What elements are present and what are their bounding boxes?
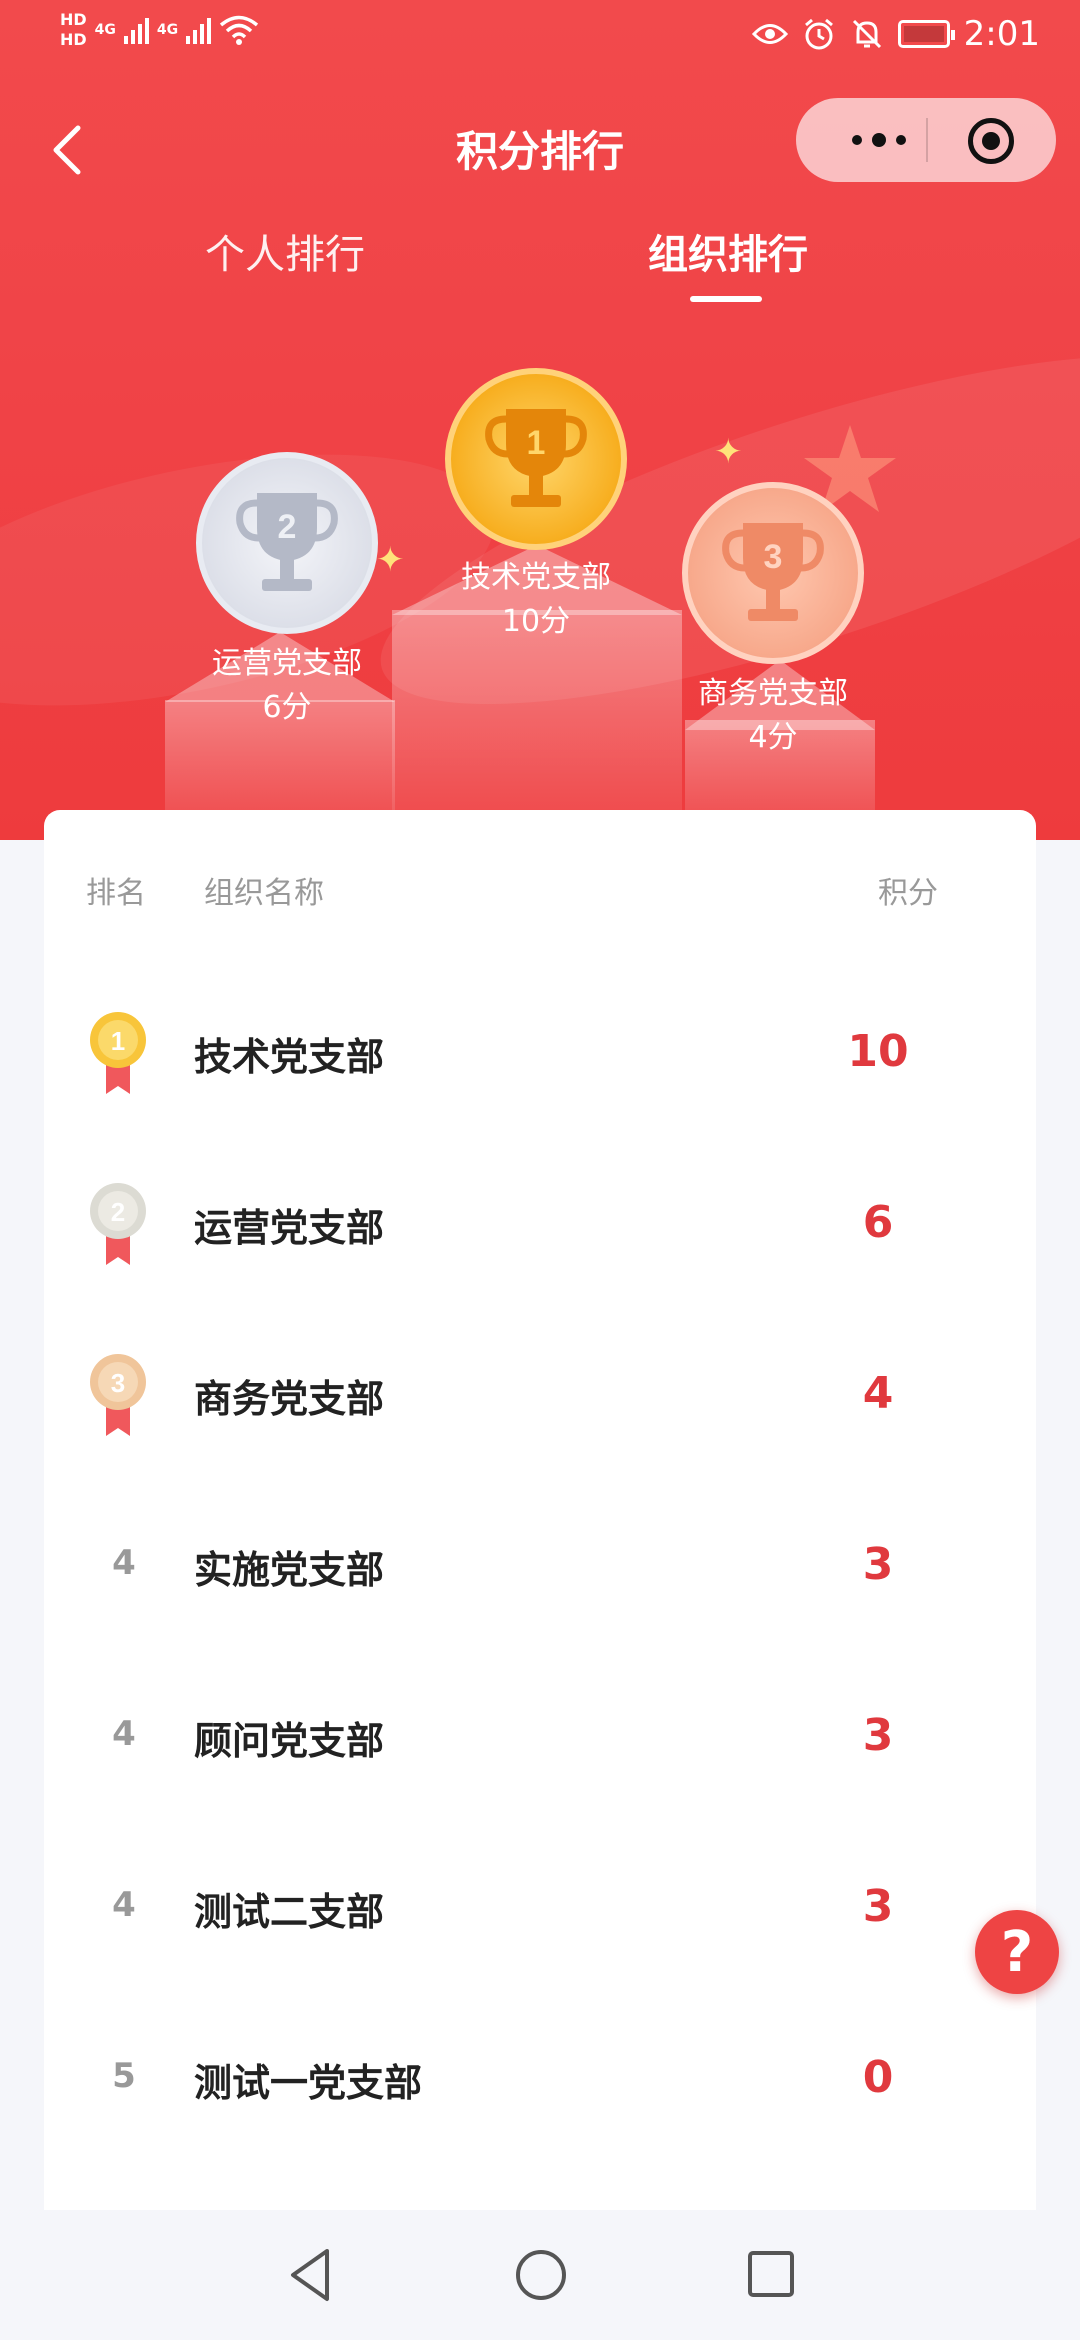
alarm-icon	[804, 18, 833, 50]
bronze-medal-icon: 3	[90, 1354, 146, 1436]
battery-icon	[897, 20, 955, 48]
org-name: 测试一党支部	[194, 2061, 423, 2105]
signal-icon	[186, 16, 212, 44]
ranking-list-card: 排名 组织名称 积分 1 技术党支部 10 2 运营党支部 6 3 商务党支部 …	[44, 810, 1036, 2210]
mini-program-capsule	[796, 98, 1056, 182]
wifi-icon	[220, 15, 259, 45]
status-bar: HD HD 4G 4G 2:01	[0, 0, 1080, 75]
table-row[interactable]: 4 测试二支部 3	[44, 1825, 1036, 1995]
third-place-trophy: 3	[682, 482, 864, 664]
trophy-icon: 2	[236, 493, 338, 591]
header-org-name: 组织名称	[204, 876, 324, 911]
eye-icon	[751, 24, 788, 44]
mute-bell-icon	[852, 19, 881, 49]
gold-medal-icon: 1	[90, 1012, 146, 1094]
org-score: 3	[862, 1710, 894, 1761]
podium-first-score: 10分	[501, 604, 571, 639]
table-row[interactable]: 1 技术党支部 10	[44, 970, 1036, 1140]
podium-second-name: 运营党支部	[212, 646, 362, 681]
org-score: 0	[862, 2052, 894, 2103]
first-place-number: 1	[527, 424, 546, 462]
back-triangle-icon[interactable]	[285, 2245, 335, 2305]
podium-third-info: 商务党支部 4分	[653, 672, 893, 760]
more-icon[interactable]	[834, 98, 924, 182]
tab-active-indicator	[690, 296, 762, 302]
hd-indicator: HD HD	[60, 10, 87, 49]
second-place-number: 2	[278, 508, 297, 546]
recents-square-icon[interactable]	[745, 2245, 797, 2305]
org-name: 技术党支部	[194, 1035, 385, 1079]
trophy-icon: 1	[485, 409, 587, 507]
rank-number: 4	[112, 1714, 136, 1754]
podium-second-score: 6分	[262, 690, 312, 725]
svg-text:1: 1	[111, 1026, 125, 1056]
second-place-trophy: 2	[196, 452, 378, 634]
nav-bar: 积分排行	[0, 90, 1080, 210]
podium-second-info: 运营党支部 6分	[167, 642, 407, 730]
podium-first-info: 技术党支部 10分	[416, 556, 656, 644]
org-name: 实施党支部	[194, 1548, 385, 1592]
org-name: 顾问党支部	[194, 1719, 385, 1763]
header-score: 积分	[878, 876, 938, 911]
system-navigation-bar	[0, 2210, 1080, 2340]
table-row[interactable]: 4 顾问党支部 3	[44, 1654, 1036, 1824]
tab-personal-ranking[interactable]: 个人排行	[205, 222, 365, 280]
home-circle-icon[interactable]	[513, 2245, 569, 2305]
org-score: 10	[847, 1026, 909, 1077]
rank-number: 4	[112, 1543, 136, 1583]
org-name: 运营党支部	[194, 1206, 385, 1250]
clock-time: 2:01	[963, 14, 1040, 54]
first-place-trophy: 1	[445, 368, 627, 550]
network-type-1: 4G	[94, 22, 116, 38]
tab-organization-ranking[interactable]: 组织排行	[648, 222, 808, 280]
table-row[interactable]: 5 测试一党支部 0	[44, 1996, 1036, 2166]
capsule-divider	[926, 118, 928, 162]
third-place-number: 3	[764, 538, 783, 576]
rank-number: 5	[112, 2056, 136, 2096]
network-type-2: 4G	[156, 22, 179, 38]
header-rank: 排名	[86, 876, 146, 911]
table-row[interactable]: 3 商务党支部 4	[44, 1312, 1036, 1482]
silver-medal-icon: 2	[90, 1183, 146, 1265]
org-score: 6	[862, 1197, 894, 1248]
podium-third-name: 商务党支部	[698, 676, 848, 711]
org-score: 3	[862, 1881, 894, 1932]
table-row[interactable]: 4 实施党支部 3	[44, 1483, 1036, 1653]
org-score: 4	[862, 1368, 894, 1419]
trophy-icon: 3	[722, 523, 824, 621]
org-score: 3	[862, 1539, 894, 1590]
podium-first-name: 技术党支部	[461, 560, 611, 595]
close-target-icon[interactable]	[968, 118, 1014, 164]
podium-block-first	[392, 610, 682, 840]
help-button[interactable]: ?	[975, 1910, 1059, 1994]
org-name: 商务党支部	[194, 1377, 385, 1421]
svg-text:3: 3	[111, 1368, 125, 1398]
org-name: 测试二支部	[194, 1890, 385, 1934]
svg-text:2: 2	[111, 1197, 125, 1227]
rank-number: 4	[112, 1885, 136, 1925]
signal-icon	[123, 16, 149, 44]
table-row[interactable]: 2 运营党支部 6	[44, 1141, 1036, 1311]
sparkle-icon: ✦	[714, 432, 743, 472]
podium-third-score: 4分	[748, 720, 798, 755]
sparkle-icon: ✦	[376, 540, 405, 580]
